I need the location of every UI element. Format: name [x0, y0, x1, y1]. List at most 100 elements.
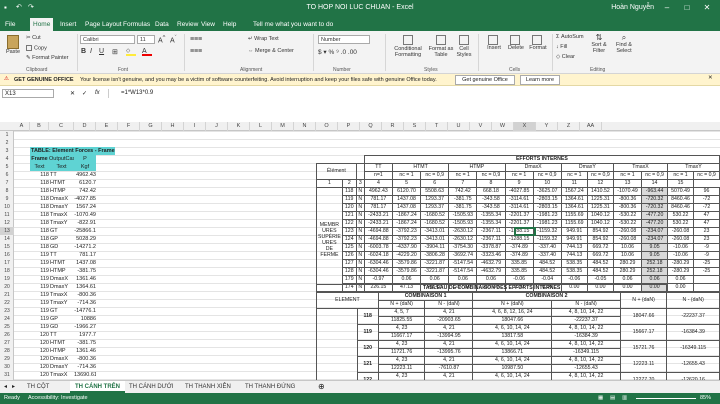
number-format-icons[interactable]: $ ▾ % ⁹ .0 .00	[318, 48, 357, 56]
page-break-icon[interactable]: ▥	[622, 395, 627, 401]
fill-color-icon[interactable]: ◇	[126, 48, 136, 56]
number-format-select[interactable]: Number	[318, 35, 370, 44]
row-header[interactable]: 25	[0, 323, 14, 331]
column-header[interactable]: L	[250, 122, 272, 131]
row-header[interactable]: 30	[0, 363, 14, 371]
row-header[interactable]: 27	[0, 339, 14, 347]
paste-button[interactable]: Paste	[4, 35, 22, 59]
row-header[interactable]: 26	[0, 331, 14, 339]
align-top-icon[interactable]: ≡ ≡ ≡	[190, 36, 202, 43]
row-header[interactable]: 13	[0, 227, 14, 235]
worksheet-grid[interactable]: TABLE: Element Forces - Frames Frame Outpu…	[0, 122, 720, 380]
column-header[interactable]: Z	[558, 122, 580, 131]
row-header[interactable]: 24	[0, 315, 14, 323]
row-header[interactable]: 10	[0, 203, 14, 211]
ribbon-tab-data[interactable]: Data	[152, 18, 172, 31]
column-header[interactable]: S	[404, 122, 426, 131]
ribbon-tab-page-layout[interactable]: Page Layout	[82, 18, 125, 31]
column-header[interactable]: G	[140, 122, 162, 131]
minimize-icon[interactable]: –	[660, 2, 674, 14]
row-header[interactable]: 16	[0, 251, 14, 259]
row-header[interactable]: 28	[0, 347, 14, 355]
row-header[interactable]: 15	[0, 243, 14, 251]
selected-cell[interactable]	[514, 227, 536, 236]
add-sheet-icon[interactable]: ⊕	[318, 382, 325, 391]
font-name-select[interactable]: Calibri	[80, 35, 135, 44]
column-header[interactable]: P	[338, 122, 360, 131]
column-header[interactable]: Q	[360, 122, 382, 131]
row-header[interactable]: 12	[0, 219, 14, 227]
font-size-select[interactable]: 11	[137, 35, 155, 44]
wrap-text-button[interactable]: ↵ Wrap Text	[248, 36, 279, 42]
row-header[interactable]: 6	[0, 171, 14, 179]
maximize-icon[interactable]: □	[680, 2, 694, 14]
underline-button[interactable]: U	[99, 48, 104, 55]
format-painter-button[interactable]: ✎ Format Painter	[26, 55, 69, 61]
format-as-table-button[interactable]: Format as Table	[428, 35, 454, 58]
sheet-tab[interactable]: TH CÁNH TRÊN	[70, 381, 125, 393]
shrink-font-icon[interactable]: Aˇ	[170, 35, 177, 44]
row-header[interactable]: 20	[0, 283, 14, 291]
fill-button[interactable]: ↓ Fill	[556, 44, 567, 50]
column-header[interactable]: U	[448, 122, 470, 131]
user-name[interactable]: Hoàn Nguyễn	[611, 4, 654, 11]
column-header[interactable]: A	[14, 122, 30, 131]
column-header[interactable]: I	[184, 122, 206, 131]
column-header[interactable]: AA	[580, 122, 602, 131]
copy-button[interactable]: Copy	[26, 45, 47, 51]
format-cells-button[interactable]: Format	[528, 35, 548, 51]
row-header[interactable]: 23	[0, 307, 14, 315]
sheet-tab[interactable]: TH CỘT	[22, 381, 54, 393]
column-header[interactable]: H	[162, 122, 184, 131]
ribbon-tab-file[interactable]: File	[2, 18, 18, 31]
ribbon-tab-home[interactable]: Home	[30, 18, 54, 31]
column-header[interactable]: V	[470, 122, 492, 131]
row-header[interactable]: 19	[0, 275, 14, 283]
column-header[interactable]: K	[228, 122, 250, 131]
sheet-tab[interactable]: TH THANH ĐỨNG	[240, 381, 300, 393]
row-header[interactable]: 1	[0, 131, 14, 139]
column-header[interactable]: F	[118, 122, 140, 131]
cut-button[interactable]: ✂ Cut	[26, 35, 41, 41]
ribbon-tab-insert[interactable]: Insert	[57, 18, 79, 31]
merge-center-button[interactable]: ⇔ Merge & Center	[248, 48, 294, 54]
row-header[interactable]: 2	[0, 139, 14, 147]
column-header[interactable]: N	[294, 122, 316, 131]
row-header[interactable]: 17	[0, 259, 14, 267]
find-select-button[interactable]: ⌕ Find & Select	[612, 34, 636, 55]
column-header[interactable]: J	[206, 122, 228, 131]
row-header[interactable]: 4	[0, 155, 14, 163]
normal-view-icon[interactable]: ▦	[598, 395, 603, 401]
column-header[interactable]: Y	[536, 122, 558, 131]
delete-cells-button[interactable]: Delete	[506, 35, 526, 51]
bold-button[interactable]: B	[81, 48, 86, 55]
row-header[interactable]: 9	[0, 195, 14, 203]
column-header[interactable]: B	[30, 122, 49, 131]
column-header[interactable]: C	[49, 122, 74, 131]
grow-font-icon[interactable]: A^	[158, 35, 165, 44]
page-layout-icon[interactable]: ▤	[610, 395, 615, 401]
row-header[interactable]: 5	[0, 163, 14, 171]
ribbon-tab-help[interactable]: Help	[220, 18, 239, 31]
accessibility-status[interactable]: Accessibility: Investigate	[28, 395, 88, 401]
cell-styles-button[interactable]: Cell Styles	[456, 35, 472, 58]
sort-filter-button[interactable]: ⇅ Sort & Filter	[588, 34, 610, 55]
sheet-tab[interactable]: TH THANH XIÊN	[180, 381, 236, 393]
align-left-icon[interactable]: ≡ ≡ ≡	[190, 48, 202, 55]
row-header[interactable]: 31	[0, 371, 14, 379]
autosum-button[interactable]: Σ AutoSum	[556, 34, 584, 40]
enter-icon[interactable]: ✓	[82, 90, 87, 97]
row-header[interactable]: 22	[0, 299, 14, 307]
name-box[interactable]: X13	[2, 89, 54, 98]
learn-more-button[interactable]: Learn more	[520, 75, 560, 85]
row-header[interactable]: 14	[0, 235, 14, 243]
column-header[interactable]: M	[272, 122, 294, 131]
column-header[interactable]: W	[492, 122, 514, 131]
clear-button[interactable]: ◇ Clear	[556, 54, 575, 60]
ribbon-tab-view[interactable]: View	[198, 18, 218, 31]
ribbon-tab-formulas[interactable]: Formulas	[120, 18, 153, 31]
row-header[interactable]: 11	[0, 211, 14, 219]
conditional-formatting-button[interactable]: Conditional Formatting	[390, 35, 426, 58]
column-header[interactable]: D	[74, 122, 96, 131]
font-color-icon[interactable]: A	[142, 48, 152, 56]
